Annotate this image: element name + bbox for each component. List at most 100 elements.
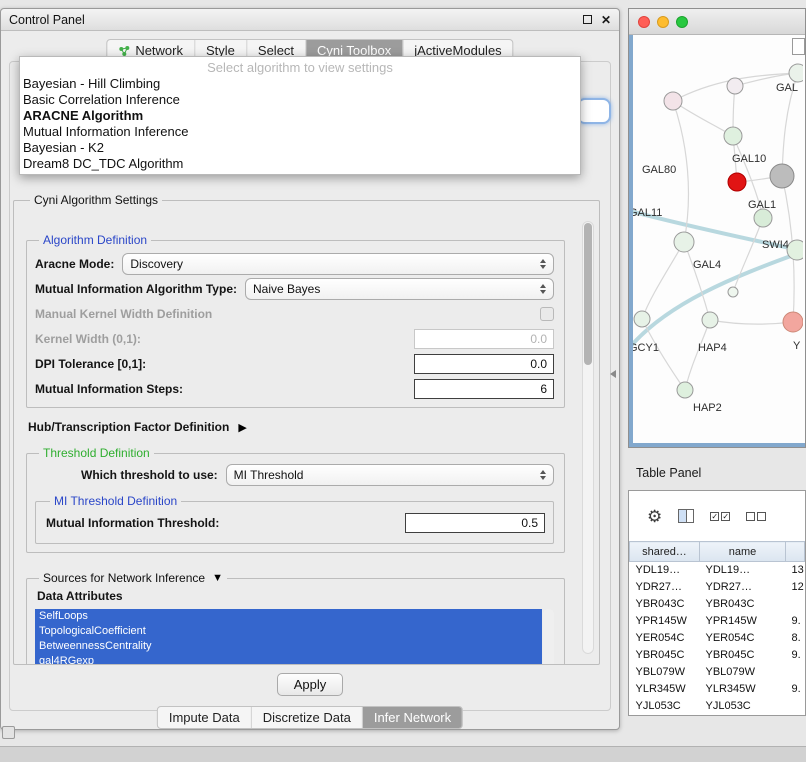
mi-steps-label: Mutual Information Steps: [35,382,183,396]
collapsed-panel-icon[interactable] [2,726,15,739]
cell [786,596,805,613]
cell: YDR27… [700,579,786,596]
cell: YJL053C [700,698,786,715]
combobox-arrows-icon [540,284,546,294]
graph-node-pink[interactable] [783,312,803,332]
zoom-traffic-light[interactable] [676,16,688,28]
graph-node[interactable] [754,209,772,227]
graph-node[interactable] [634,311,650,327]
sources-expander[interactable]: Sources for Network Inference ▼ [39,571,227,585]
cell: YPR145W [700,613,786,630]
mi-threshold-field[interactable]: 0.5 [405,513,545,533]
attribute-list: SelfLoops TopologicalCoefficient Between… [35,609,554,665]
network-graph: GAL GAL80 GAL10 GAL11 GAL1 SWI4 GAL4 GCY… [633,35,803,441]
dpi-tolerance-field[interactable]: 0.0 [414,354,554,374]
kernel-width-label: Kernel Width (0,1): [35,332,141,346]
table-row[interactable]: YBR045CYBR045C9. [630,647,805,664]
node-label: HAP4 [698,342,727,354]
table-row[interactable]: YBL079WYBL079W [630,664,805,681]
attribute-item-selected[interactable]: SelfLoops [35,609,542,624]
table-row[interactable]: YBR043CYBR043C [630,596,805,613]
apply-button[interactable]: Apply [277,673,344,696]
graph-node[interactable] [702,312,718,328]
birdseye-widget[interactable] [792,38,805,55]
mi-steps-field[interactable]: 6 [414,379,554,399]
cell: 9. [786,613,805,630]
tab-discretize-data[interactable]: Discretize Data [252,707,363,728]
dropdown-item[interactable]: Mutual Information Inference [20,124,580,140]
table-panel-window: ⚙ ✓ ✓ shared… name YDL19…YDL19…13 [628,490,806,716]
table-row[interactable]: YPR145WYPR145W9. [630,613,805,630]
expand-right-icon: ▶ [238,421,246,434]
dropdown-item[interactable]: Bayesian - K2 [20,140,580,156]
scrollbar-thumb[interactable] [584,223,592,365]
table-header-row: shared… name [630,542,805,562]
data-attributes-label: Data Attributes [37,589,554,603]
close-traffic-light[interactable] [638,16,650,28]
node-label: Y [793,340,801,352]
node-label: GAL4 [693,259,721,271]
algorithm-combobox-fragment[interactable] [577,98,611,124]
which-threshold-combobox[interactable]: MI Threshold [226,464,554,486]
node-label: GAL80 [642,164,676,176]
cell: YER054C [630,630,700,647]
node-labels: GAL GAL80 GAL10 GAL11 GAL1 SWI4 GAL4 GCY… [633,82,801,414]
graph-node[interactable] [789,64,803,82]
cyni-settings-legend: Cyni Algorithm Settings [30,193,162,207]
mi-threshold-label: Mutual Information Threshold: [46,516,219,530]
hub-definition-expander[interactable]: Hub/Transcription Factor Definition ▶ [28,420,565,434]
graph-node[interactable] [727,78,743,94]
dropdown-item[interactable]: Dream8 DC_TDC Algorithm [20,156,580,172]
unselect-all-columns-icon[interactable] [746,512,766,521]
dropdown-item[interactable]: Bayesian - Hill Climbing [20,76,580,92]
table-row[interactable]: YER054CYER054C8. [630,630,805,647]
mi-type-combobox[interactable]: Naive Bayes [245,278,554,300]
network-icon [118,45,130,57]
attribute-item-selected[interactable]: gal4RGexp [35,654,542,665]
column-header-name[interactable]: name [700,542,786,562]
bottom-dock-strip [0,746,806,762]
tab-infer-network[interactable]: Infer Network [363,707,462,728]
minimize-traffic-light[interactable] [657,16,669,28]
graph-node[interactable] [724,127,742,145]
cell: YBL079W [630,664,700,681]
attribute-item-selected[interactable]: BetweennessCentrality [35,639,542,654]
table-row[interactable]: YLR345WYLR345W9. [630,681,805,698]
gear-icon[interactable]: ⚙ [647,508,662,525]
graph-node[interactable] [787,240,803,260]
network-canvas[interactable]: GAL GAL80 GAL10 GAL11 GAL1 SWI4 GAL4 GCY… [629,35,805,447]
cell: YJL053C [630,698,700,715]
column-header-partial[interactable] [786,542,805,562]
bottom-tabstrip: Impute Data Discretize Data Infer Networ… [157,706,463,729]
show-columns-icon[interactable] [678,509,694,523]
graph-node[interactable] [664,92,682,110]
float-window-icon[interactable] [583,15,592,24]
graph-node-red[interactable] [728,173,746,191]
table-row[interactable]: YJL053CYJL053C [630,698,805,715]
thick-edges [633,211,799,347]
column-header-shared-name[interactable]: shared… [630,542,700,562]
table-row[interactable]: YDR27…YDR27…12 [630,579,805,596]
which-threshold-label: Which threshold to use: [81,468,218,482]
graph-node-gray[interactable] [770,164,794,188]
attribute-item-selected[interactable]: TopologicalCoefficient [35,624,542,639]
close-icon[interactable]: ✕ [601,14,611,26]
table-row[interactable]: YDL19…YDL19…13 [630,562,805,579]
graph-node[interactable] [728,287,738,297]
list-scrollbar[interactable] [543,609,554,665]
settings-scrollbar[interactable] [582,221,594,654]
graph-node[interactable] [674,232,694,252]
control-panel-window: Control Panel ✕ Network Style Select Cyn… [0,8,620,730]
dropdown-item-selected[interactable]: ARACNE Algorithm [20,108,580,124]
tab-impute-data[interactable]: Impute Data [158,707,252,728]
cell: YPR145W [630,613,700,630]
graph-node[interactable] [677,382,693,398]
dropdown-item[interactable]: Basic Correlation Inference [20,92,580,108]
select-all-columns-icon[interactable]: ✓ ✓ [710,512,730,521]
node-table: shared… name YDL19…YDL19…13 YDR27…YDR27…… [629,541,805,715]
panel-resize-arrow[interactable] [610,370,616,378]
cyni-settings-group: Cyni Algorithm Settings Algorithm Defini… [13,193,600,665]
cell: 8. [786,630,805,647]
cell: YDR27… [630,579,700,596]
aracne-mode-combobox[interactable]: Discovery [122,253,554,275]
